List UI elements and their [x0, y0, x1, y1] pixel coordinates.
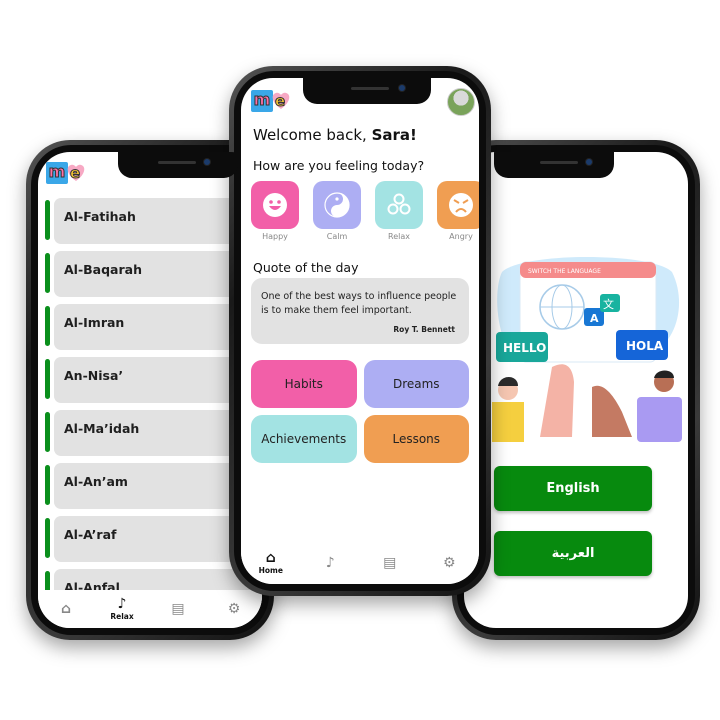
tab-settings[interactable]: ⚙	[429, 554, 469, 571]
mood-angry[interactable]: Angry	[437, 181, 479, 241]
surah-indicator	[45, 200, 50, 240]
gear-icon: ⚙	[442, 554, 456, 571]
phone-notch	[494, 152, 614, 178]
phone-home: m e Welcome back, Sara! How are you feel…	[229, 66, 491, 596]
quote-author: Roy T. Bennett	[393, 325, 455, 334]
mood-relax[interactable]: Relax	[375, 181, 423, 241]
surah-indicator	[45, 306, 50, 346]
profile-avatar[interactable]	[447, 88, 475, 116]
quote-card: One of the best ways to influence people…	[251, 278, 469, 344]
surah-indicator	[45, 412, 50, 452]
mood-calm[interactable]: Calm	[313, 181, 361, 241]
lessons-button[interactable]: Lessons	[363, 415, 469, 463]
triskelion-spiral-icon	[387, 193, 411, 215]
chat-icon: ▤	[171, 600, 185, 617]
surah-label: Al-A’raf	[64, 527, 117, 542]
home-icon: ⌂	[60, 600, 72, 617]
app-logo: m e	[46, 160, 88, 188]
svg-text:文: 文	[603, 297, 614, 311]
arabic-button[interactable]: العربية	[494, 531, 652, 576]
surah-indicator	[45, 359, 50, 399]
habits-button[interactable]: Habits	[251, 360, 357, 408]
surah-label: Al-An’am	[64, 474, 128, 489]
tab-label: Home	[258, 566, 283, 575]
user-name: Sara!	[371, 126, 417, 144]
music-note-icon: ♪	[117, 596, 127, 612]
language-illustration: SWITCH THE LANGUAGE A 文 HELLO HOLA	[492, 257, 682, 442]
angry-face-icon	[449, 193, 473, 217]
quote-heading: Quote of the day	[253, 260, 359, 275]
surah-label: Al-Fatihah	[64, 209, 136, 224]
home-screen: m e Welcome back, Sara! How are you feel…	[241, 78, 479, 584]
tab-settings[interactable]: ⚙	[214, 600, 254, 617]
app-logo: m e	[251, 88, 293, 116]
tab-home[interactable]: ⌂ Home	[251, 550, 291, 576]
mood-selector: Happy Calm Relax Angry	[251, 181, 479, 241]
feeling-heading: How are you feeling today?	[253, 158, 425, 173]
tab-chat[interactable]: ▤	[158, 600, 198, 617]
illustration-window-title: SWITCH THE LANGUAGE	[528, 268, 601, 275]
english-button[interactable]: English	[494, 466, 652, 511]
dreams-button[interactable]: Dreams	[363, 360, 469, 408]
tab-relax[interactable]: ♪ Relax	[102, 596, 142, 622]
category-grid: Habits Dreams Achievements Lessons	[251, 360, 469, 463]
surah-label: An-Nisa’	[64, 368, 124, 383]
tab-label: Relax	[110, 612, 134, 621]
surah-indicator	[45, 518, 50, 558]
surah-label: Al-Baqarah	[64, 262, 142, 277]
home-icon: ⌂	[265, 550, 276, 566]
surah-indicator	[45, 253, 50, 293]
svg-text:A: A	[590, 312, 599, 325]
surah-label: Al-Imran	[64, 315, 125, 330]
hello-bubble: HELLO	[503, 341, 546, 355]
surah-label: Al-Ma’idah	[64, 421, 140, 436]
mood-happy[interactable]: Happy	[251, 181, 299, 241]
phone-notch	[118, 152, 238, 178]
hola-bubble: HOLA	[626, 339, 664, 353]
chat-icon: ▤	[383, 554, 397, 571]
smile-face-icon	[263, 193, 287, 217]
gear-icon: ⚙	[227, 600, 241, 617]
bottom-tab-bar: ⌂ Home ♪ ▤ ⚙	[241, 542, 479, 584]
welcome-heading: Welcome back, Sara!	[253, 126, 417, 144]
yin-yang-icon	[324, 192, 350, 218]
tab-chat[interactable]: ▤	[370, 554, 410, 571]
tab-home[interactable]: ⌂	[46, 600, 86, 617]
bottom-tab-bar: ⌂ ♪ Relax ▤ ⚙	[38, 590, 262, 628]
language-screen: Language SWITCH THE LANGUAGE A 文 HELLO H…	[464, 152, 688, 628]
surah-indicator	[45, 465, 50, 505]
achievements-button[interactable]: Achievements	[251, 415, 357, 463]
phone-notch	[303, 78, 431, 104]
quote-text: One of the best ways to influence people…	[261, 291, 457, 316]
music-note-icon: ♪	[325, 554, 335, 571]
tab-relax[interactable]: ♪	[310, 554, 350, 571]
